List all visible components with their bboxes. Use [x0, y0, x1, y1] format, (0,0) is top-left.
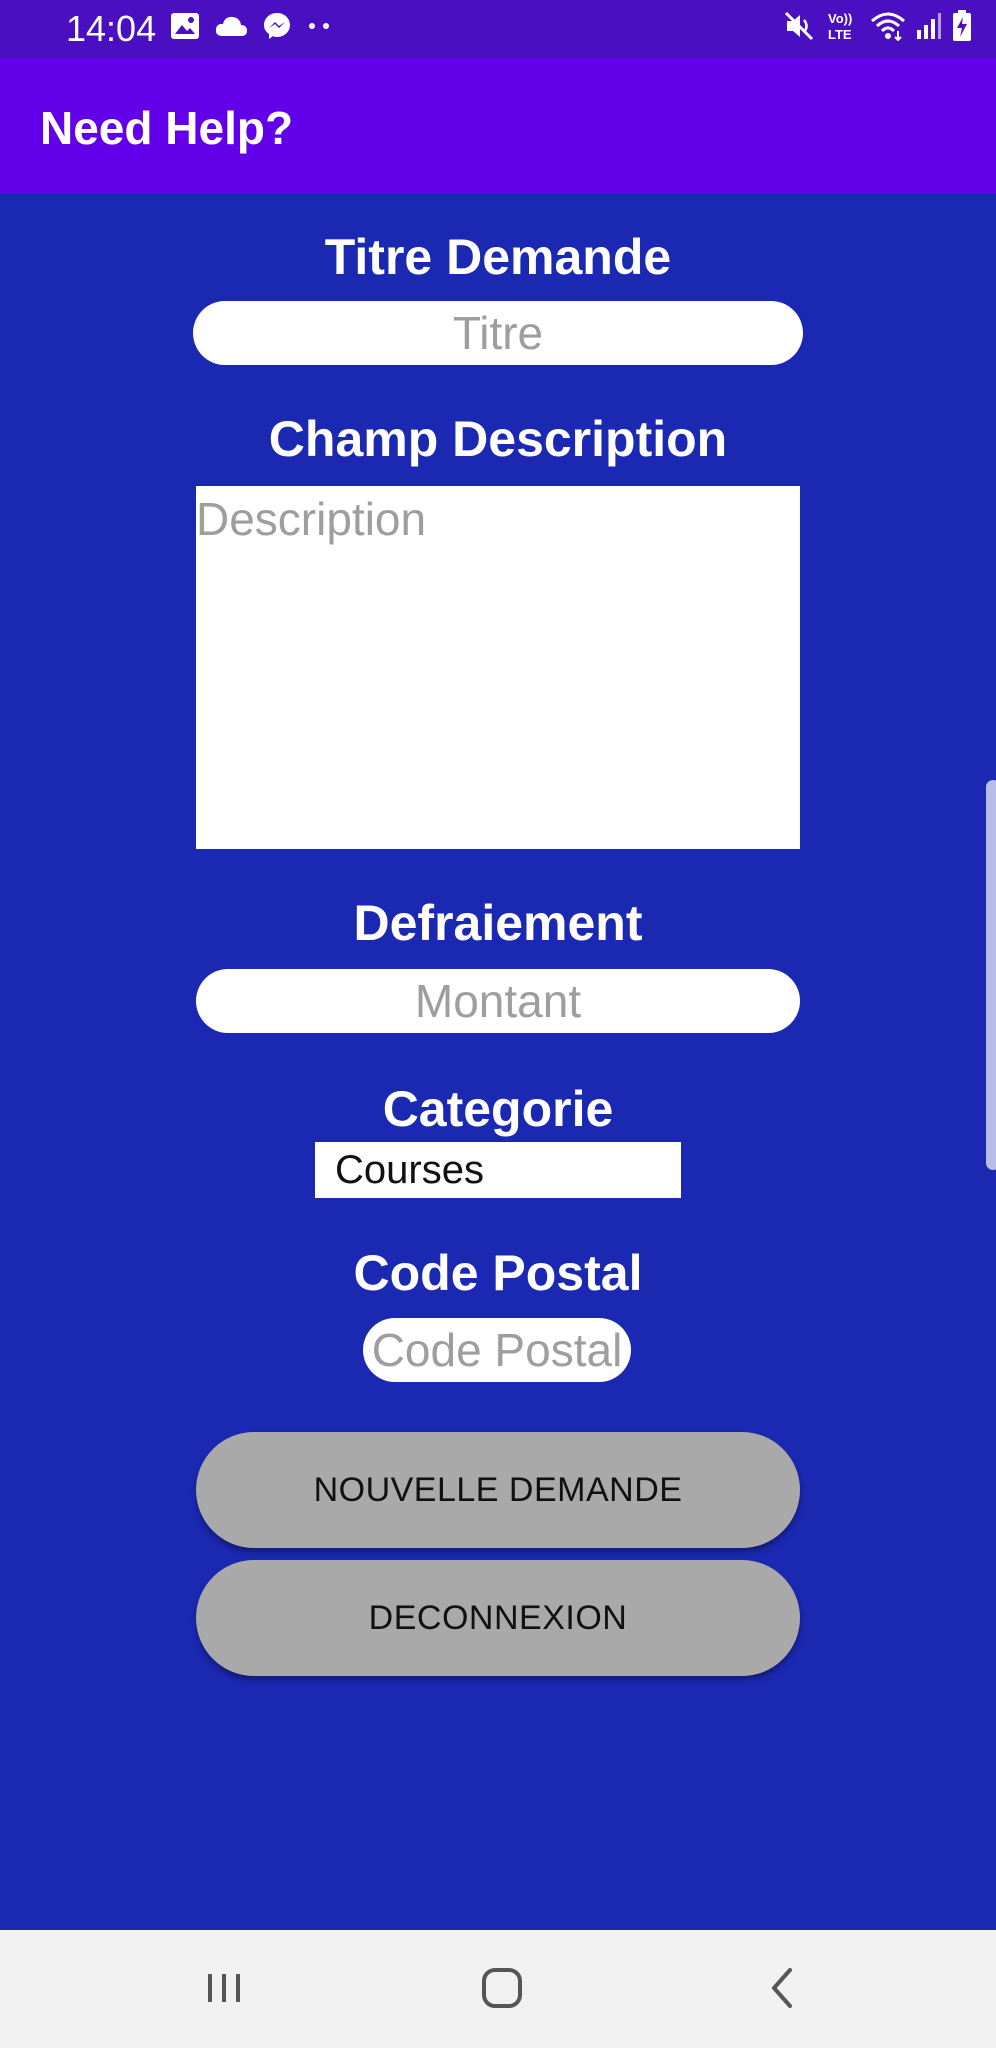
title-input[interactable]	[193, 301, 803, 365]
app-bar: Need Help?	[0, 58, 996, 193]
postal-code-label: Code Postal	[353, 1245, 643, 1301]
back-icon[interactable]	[752, 1958, 812, 2018]
image-icon	[171, 13, 199, 39]
home-icon[interactable]	[472, 1958, 532, 2018]
new-request-button[interactable]: NOUVELLE DEMANDE	[196, 1432, 800, 1548]
svg-text:LTE: LTE	[828, 27, 852, 42]
mute-icon	[784, 11, 814, 41]
category-select[interactable]: Courses	[315, 1142, 681, 1198]
status-time: 14:04	[66, 8, 157, 49]
volte-icon: Vo)) LTE	[828, 11, 852, 42]
signal-icon	[917, 13, 941, 39]
app-title: Need Help?	[40, 102, 294, 154]
postal-code-input[interactable]	[363, 1318, 631, 1382]
scroll-handle[interactable]	[986, 780, 996, 1170]
battery-charging-icon	[953, 10, 971, 41]
navigation-bar	[0, 1930, 996, 2048]
cloud-icon	[215, 16, 247, 36]
logout-button[interactable]: DECONNEXION	[196, 1560, 800, 1676]
messenger-icon	[264, 13, 290, 39]
compensation-label: Defraiement	[353, 895, 643, 951]
recent-apps-icon[interactable]	[194, 1958, 254, 2018]
description-label: Champ Description	[268, 411, 728, 467]
logout-button-label: DECONNEXION	[368, 1599, 628, 1637]
more-dots-icon	[309, 23, 329, 29]
category-selected-value: Courses	[335, 1148, 484, 1192]
status-icons-left	[170, 11, 332, 41]
description-field[interactable]	[196, 486, 800, 849]
status-icons-right: Vo)) LTE	[784, 10, 972, 42]
new-request-button-label: NOUVELLE DEMANDE	[313, 1471, 683, 1509]
status-bar: 14:04 Vo)) LTE	[0, 0, 996, 58]
amount-input[interactable]	[196, 969, 800, 1033]
title-label: Titre Demande	[324, 229, 672, 285]
wifi-icon	[871, 12, 905, 41]
svg-text:Vo)): Vo))	[828, 11, 852, 26]
category-label: Categorie	[382, 1081, 614, 1137]
